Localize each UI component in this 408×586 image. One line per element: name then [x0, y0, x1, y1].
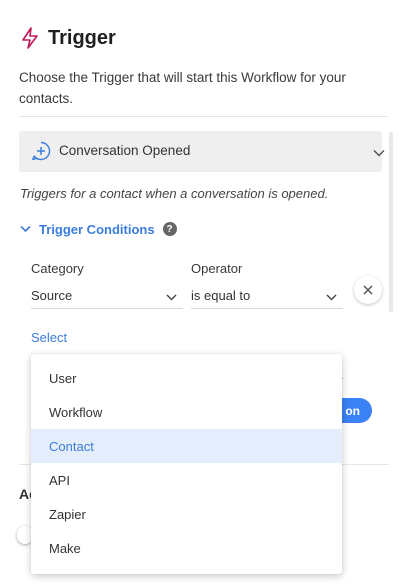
- page-title: Trigger: [48, 26, 116, 49]
- trigger-conditions-toggle[interactable]: Trigger Conditions ?: [20, 220, 177, 238]
- chevron-down-icon[interactable]: [373, 149, 385, 157]
- panel-header: Trigger: [20, 24, 116, 52]
- chevron-down-icon: [326, 294, 337, 301]
- divider: [19, 116, 388, 117]
- value-dropdown-menu: User Workflow Contact API Zapier Make: [31, 354, 342, 574]
- dropdown-option-api[interactable]: API: [31, 463, 342, 497]
- lightning-bolt-icon: [22, 27, 38, 49]
- trigger-conditions-label: Trigger Conditions: [39, 221, 155, 237]
- operator-select[interactable]: is equal to: [191, 285, 343, 309]
- category-select[interactable]: Source: [31, 285, 183, 309]
- trigger-name: Conversation Opened: [59, 143, 191, 158]
- chevron-down-icon: [166, 294, 177, 301]
- dropdown-option-zapier[interactable]: Zapier: [31, 497, 342, 531]
- chevron-down-icon: [20, 225, 31, 233]
- value-select[interactable]: Select: [31, 330, 67, 345]
- dropdown-option-workflow[interactable]: Workflow: [31, 395, 342, 429]
- remove-condition-button[interactable]: [354, 276, 382, 304]
- dropdown-option-make[interactable]: Make: [31, 531, 342, 565]
- close-icon: [363, 285, 373, 295]
- scrollbar[interactable]: [389, 132, 393, 312]
- category-value: Source: [31, 288, 73, 303]
- dropdown-option-contact[interactable]: Contact: [31, 429, 342, 463]
- category-label: Category: [31, 261, 84, 276]
- help-icon[interactable]: ?: [162, 222, 177, 236]
- dropdown-option-user[interactable]: User: [31, 361, 342, 395]
- trigger-note: Triggers for a contact when a conversati…: [20, 186, 329, 201]
- operator-value: is equal to: [191, 288, 251, 303]
- description-text: Choose the Trigger that will start this …: [19, 70, 346, 106]
- trigger-select[interactable]: Conversation Opened: [19, 131, 385, 172]
- action-button-label: on: [345, 403, 360, 418]
- plus-circle-icon: [32, 141, 51, 161]
- operator-label: Operator: [191, 261, 243, 276]
